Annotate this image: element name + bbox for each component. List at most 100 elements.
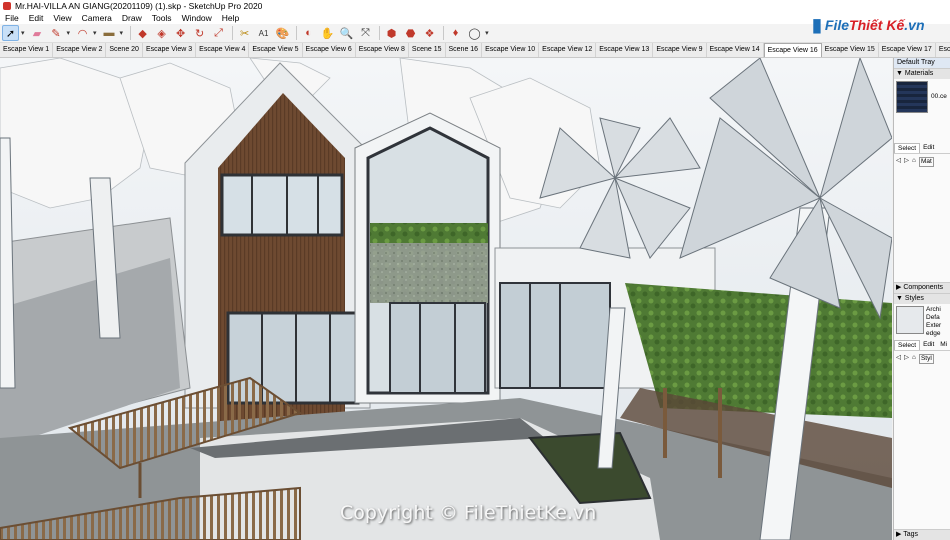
tray-title: Default Tray [894,58,950,68]
menu-help[interactable]: Help [217,12,244,24]
style-line-2: Defa [926,314,940,321]
scene-tab[interactable]: Escape View 13 [596,43,654,57]
ruby-icon[interactable]: ♦ [447,25,464,41]
menu-tools[interactable]: Tools [147,12,177,24]
copyright-watermark: Copyright © FileThietKe.vn [340,502,597,524]
logo-text: FileThiết Kế.vn [824,17,925,33]
components-panel-header[interactable]: ▶ Components [894,282,950,293]
window-title: Mr.HAI-VILLA AN GIANG(20201109) (1).skp … [15,1,263,11]
toolbar-divider [379,26,381,40]
orbit-icon[interactable]: ◐ [300,25,317,41]
select-icon[interactable]: ➚ [2,25,19,41]
scene-tab[interactable]: Escape View 10 [482,43,540,57]
eraser-icon[interactable]: ▰ [29,25,46,41]
zoom-icon[interactable]: 🔍 [338,25,355,41]
chevron-down-icon[interactable]: ▾ [67,29,71,37]
menu-file[interactable]: File [0,12,24,24]
scene-tab[interactable]: Escape View 15 [822,43,879,57]
menu-draw[interactable]: Draw [117,12,147,24]
scene-tab[interactable]: Escape View 8 [356,43,409,57]
chevron-down-icon[interactable]: ▾ [21,29,25,37]
scene-tab[interactable]: Escape View 16 [763,43,822,57]
scene-tab[interactable]: Escape View 12 [539,43,597,57]
scale-icon[interactable]: ⤢ [210,25,227,41]
style-thumbnail[interactable] [896,306,924,334]
scene-tab[interactable]: Escape View 4 [196,43,250,57]
style-line-3: Exter [926,322,942,329]
pencil-icon[interactable]: ✎ [48,25,65,41]
style-line-1: Archi [926,306,941,313]
rotate-icon[interactable]: ↻ [191,25,208,41]
scene-tab[interactable]: Escape View 9 [653,43,707,57]
styles-select-tab[interactable]: Select [894,340,921,350]
3d-viewport[interactable]: Copyright © FileThietKe.vn [0,58,892,540]
main-toolbar: ➚ ▾ ▰ ✎ ▾ ◠ ▾ ▬ ▾ ◆ ◈ ✥ ↻ ⤢ ✂ A1 🎨 ◐ ✋ 🔍… [0,24,950,43]
pan-icon[interactable]: ✋ [319,25,336,41]
styles-subtabs: Select Edit Mi [894,340,950,350]
text-icon[interactable]: A1 [255,25,272,41]
home-icon[interactable]: ⌂ [912,354,916,364]
style-line-4: edge [926,330,941,337]
styles-mix-tab[interactable]: Mi [937,340,950,350]
logo-mark-icon: ▮ [812,14,822,35]
account-icon[interactable]: ◯ [466,25,483,41]
styles-dropdown[interactable]: Styl [918,354,934,364]
back-arrow-icon[interactable]: ◁ [896,157,901,167]
scene-tabs: Escape View 1 Escape View 2 Scene 20 Escape… [0,43,950,58]
title-bar: Mr.HAI-VILLA AN GIANG(20201109) (1).skp … [0,0,950,12]
home-icon[interactable]: ⌂ [912,157,916,167]
menu-edit[interactable]: Edit [24,12,49,24]
material-swatch[interactable] [896,81,928,113]
toolbar-divider [232,26,234,40]
follow-me-icon[interactable]: ◈ [153,25,170,41]
scene-tab[interactable]: Escape View 1 [0,43,54,57]
scene-tab[interactable]: Escape View 14 [707,43,764,57]
push-pull-icon[interactable]: ◆ [134,25,151,41]
extension-warehouse-icon[interactable]: ⬣ [402,25,419,41]
paint-bucket-icon[interactable]: 🎨 [274,25,291,41]
materials-edit-tab[interactable]: Edit [920,143,937,153]
scene-tab[interactable]: Scene 20 [106,43,143,57]
styles-nav: ◁ ▷ ⌂ Styl [894,350,950,367]
scene-tab[interactable]: Scene 15 [409,43,446,57]
arc-icon[interactable]: ◠ [74,25,91,41]
sketchup-app-icon [3,2,11,10]
material-name: 00.ce [931,93,947,100]
menu-camera[interactable]: Camera [77,12,117,24]
materials-nav: ◁ ▷ ⌂ Mat [894,153,950,170]
menu-window[interactable]: Window [177,12,217,24]
tape-measure-icon[interactable]: ✂ [236,25,253,41]
materials-select-tab[interactable]: Select [894,143,921,153]
scene-tab[interactable]: Escape View 17 [879,43,936,57]
toolbar-divider [296,26,298,40]
chevron-down-icon[interactable]: ▾ [93,29,97,37]
materials-panel-header[interactable]: ▼ Materials [894,68,950,79]
forward-arrow-icon[interactable]: ▷ [904,157,909,167]
scene-tab[interactable]: Escape View 2 [53,43,107,57]
materials-subtabs: Select Edit [894,143,950,153]
scene-tab[interactable]: Escape View 5 [249,43,303,57]
rectangle-icon[interactable]: ▬ [101,25,118,41]
scene-tab[interactable]: Scene 16 [446,43,483,57]
back-arrow-icon[interactable]: ◁ [896,354,901,364]
layout-icon[interactable]: ❖ [421,25,438,41]
default-tray: Default Tray ▼ Materials 00.ce Select Ed… [893,58,950,540]
styles-edit-tab[interactable]: Edit [920,340,937,350]
toolbar-divider [443,26,445,40]
materials-dropdown[interactable]: Mat [918,157,934,167]
menu-bar: File Edit View Camera Draw Tools Window … [0,12,950,24]
move-icon[interactable]: ✥ [172,25,189,41]
chevron-down-icon[interactable]: ▾ [485,29,489,37]
zoom-extents-icon[interactable]: ⤧ [357,25,374,41]
chevron-down-icon[interactable]: ▾ [120,29,124,37]
scene-render [0,58,892,540]
scene-tab[interactable]: Escape View 3 [143,43,197,57]
scene-tab[interactable]: Escape View 6 [303,43,356,57]
3d-warehouse-icon[interactable]: ⬢ [383,25,400,41]
forward-arrow-icon[interactable]: ▷ [904,354,909,364]
styles-panel-header[interactable]: ▼ Styles [894,293,950,304]
tags-panel-header[interactable]: ▶ Tags [894,529,950,540]
menu-view[interactable]: View [48,12,76,24]
toolbar-divider [130,26,132,40]
scene-tab[interactable]: Escape View 18 [936,43,950,57]
